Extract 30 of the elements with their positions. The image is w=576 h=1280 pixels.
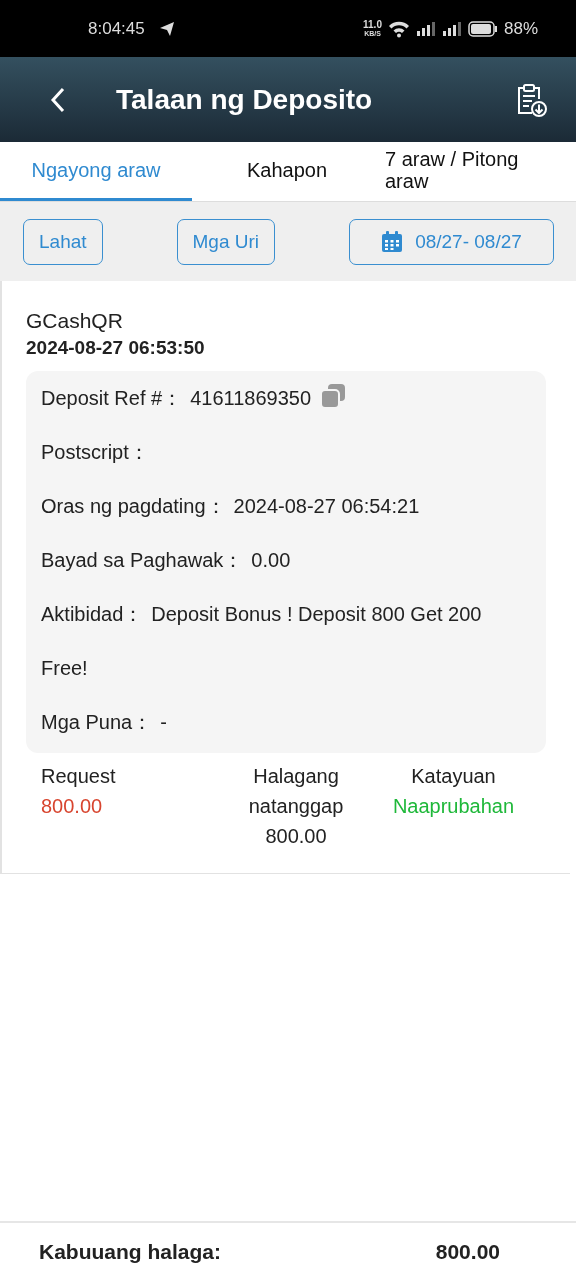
summary-label: Request: [41, 764, 117, 789]
summary-value: 800.00: [41, 794, 104, 819]
battery-icon: [467, 20, 498, 37]
record-datetime: 2024-08-27 06:53:50: [26, 337, 206, 359]
page-title: Talaan ng Deposito: [116, 83, 374, 116]
date-range-button[interactable]: 08/27- 08/27: [349, 218, 554, 265]
clock-time: 8:04:45: [88, 18, 145, 39]
detail-text: Oras ng pagdating： 2024-08-27 06:54:21: [41, 495, 420, 517]
signal-icon: [441, 20, 462, 37]
battery-percent: 88%: [503, 18, 538, 39]
detail-text: Deposit Ref #： 41611869350: [41, 387, 312, 409]
total-label: Kabuuang halaga:: [39, 1239, 222, 1264]
signal-icon: [415, 20, 436, 37]
payment-method: GCashQR: [26, 309, 124, 333]
detail-text: Bayad sa Paghawak： 0.00: [41, 549, 291, 571]
total-value: 800.00: [435, 1239, 500, 1264]
back-button[interactable]: [50, 86, 66, 113]
wifi-icon: [387, 19, 410, 38]
detail-text: Mga Puna： -: [41, 711, 167, 733]
filter-button[interactable]: Lahat: [23, 218, 103, 265]
detail-text: Postscript：: [41, 441, 150, 463]
summary-label: Katayuan: [410, 764, 497, 789]
summary-value: Naaprubahan: [391, 794, 516, 819]
copy-icon[interactable]: [319, 381, 348, 410]
paper-plane-icon: [158, 20, 175, 37]
summary-value: 800.00: [264, 824, 328, 849]
summary-label: Halagang natanggap: [247, 764, 345, 819]
calendar-icon: [381, 230, 404, 253]
detail-text: Aktibidad： Deposit Bonus ! Deposit 800 Get 200 Free!: [41, 603, 482, 679]
filter-button[interactable]: Mga Uri: [176, 218, 276, 265]
